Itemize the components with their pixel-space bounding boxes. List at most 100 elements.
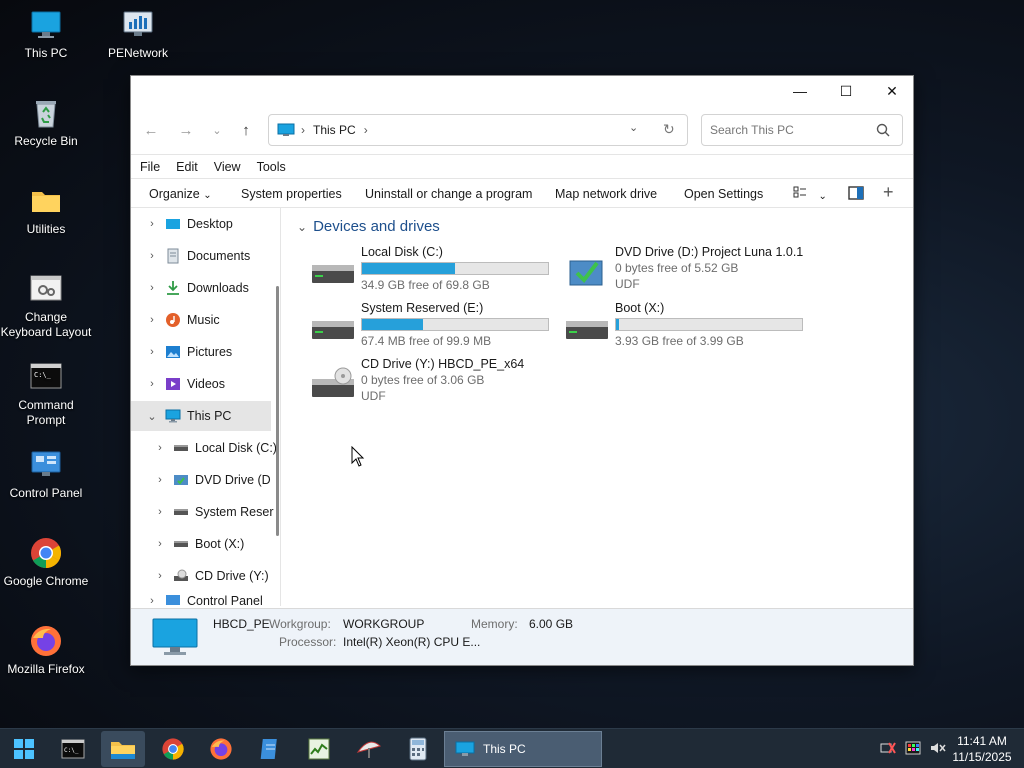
up-button[interactable]: ↑ [234,118,258,142]
nav-item-cd-drive-y[interactable]: › CD Drive (Y:) [153,561,280,591]
menu-view[interactable]: View [214,160,241,174]
network-icon [121,8,155,42]
drive-name: DVD Drive (D:) Project Luna 1.0.1 [615,245,804,259]
taskbar-command-prompt[interactable]: C:\_ [51,731,95,767]
chevron-right-icon[interactable]: › [145,595,159,606]
nav-item-control-panel[interactable]: › Control Panel [145,591,280,606]
dvd-drive-icon [569,260,603,286]
menu-file[interactable]: File [140,160,160,174]
menu-tools[interactable]: Tools [257,160,286,174]
nav-item-dvd-drive-d[interactable]: › DVD Drive (D [153,465,280,495]
taskbar-task-manager[interactable] [297,731,341,767]
desktop-icon-utilities[interactable]: Utilities [0,184,92,237]
maximize-button[interactable]: ☐ [823,76,869,106]
desktop-icon-command-prompt[interactable]: C:\_ Command Prompt [0,360,92,428]
recent-locations-button[interactable]: ⌄ [205,118,229,142]
drive-dvd-d[interactable]: DVD Drive (D:) Project Luna 1.0.1 0 byte… [565,245,815,301]
taskbar-network-tool[interactable] [347,731,391,767]
video-icon [166,378,180,390]
notepad-icon [260,739,277,759]
document-icon [167,248,179,264]
drive-cd-y[interactable]: CD Drive (Y:) HBCD_PE_x64 0 bytes free o… [311,357,561,413]
nav-item-desktop[interactable]: › Desktop [145,209,280,239]
layout-icon [793,186,806,198]
nav-item-boot-x[interactable]: › Boot (X:) [153,529,280,559]
chevron-right-icon[interactable]: › [145,314,159,326]
clock-date: 11/15/2025 [952,750,1012,764]
nav-item-videos[interactable]: › Videos [145,369,280,399]
chevron-right-icon[interactable]: › [153,538,167,550]
nav-item-local-disk-c[interactable]: › Local Disk (C:) [153,433,280,463]
drive-boot-x[interactable]: Boot (X:) 3.93 GB free of 3.99 GB [565,301,815,357]
group-header-devices[interactable]: ⌄ Devices and drives [297,218,440,235]
clock[interactable]: 11:41 AM 11/15/2025 [952,733,1012,765]
refresh-icon[interactable]: ↻ [663,121,675,138]
title-bar: — ☐ ✕ [131,76,913,106]
desktop-icon-recycle-bin[interactable]: Recycle Bin [0,96,92,149]
nav-item-label: CD Drive (Y:) [195,569,269,583]
menu-edit[interactable]: Edit [176,160,198,174]
address-dropdown-icon[interactable]: ⌄ [629,121,638,134]
nav-item-pictures[interactable]: › Pictures [145,337,280,367]
nav-item-system-reserved[interactable]: › System Reser [153,497,280,527]
drive-filesystem: UDF [361,389,386,403]
taskbar-calculator[interactable] [396,731,440,767]
address-bar[interactable]: › This PC › ⌄ ↻ [268,114,688,146]
forward-button[interactable]: → [174,118,198,142]
organize-button[interactable]: Organize ⌄ [149,187,212,201]
chevron-right-icon[interactable]: › [145,218,159,230]
desktop-icon-chrome[interactable]: Google Chrome [0,536,92,589]
search-input[interactable]: Search This PC [710,123,794,137]
chevron-right-icon[interactable]: › [153,442,167,454]
nav-item-this-pc[interactable]: ⌄ This PC [131,401,271,431]
map-network-drive-button[interactable]: Map network drive [555,187,657,201]
nav-scrollbar[interactable] [276,286,279,536]
close-button[interactable]: ✕ [869,76,915,106]
chevron-right-icon[interactable]: › [145,346,159,358]
chevron-down-icon[interactable]: ⌄ [145,410,159,423]
taskbar-file-explorer[interactable] [101,731,145,767]
search-box[interactable]: Search This PC [701,114,903,146]
volume-muted-icon[interactable] [930,741,946,758]
minimize-button[interactable]: — [777,76,823,106]
desktop-icon-keyboard-layout[interactable]: Change Keyboard Layout [0,272,92,340]
desktop-icon-control-panel[interactable]: Control Panel [0,448,92,501]
chevron-right-icon[interactable]: › [153,474,167,486]
nav-item-label: Local Disk (C:) [195,441,277,455]
desktop-icon-firefox[interactable]: Mozilla Firefox [0,624,92,677]
system-properties-button[interactable]: System properties [241,187,342,201]
details-pane-button[interactable] [848,186,864,203]
hard-drive-icon [312,265,354,283]
nav-item-documents[interactable]: › Documents [145,241,280,271]
chevron-right-icon[interactable]: › [153,506,167,518]
breadcrumb-separator[interactable]: › [364,123,368,137]
taskbar-chrome[interactable] [151,731,195,767]
chevron-right-icon[interactable]: › [153,570,167,582]
chevron-right-icon[interactable]: › [145,282,159,294]
uninstall-program-button[interactable]: Uninstall or change a program [365,187,532,201]
desktop-icon-penetwork[interactable]: PENetwork [92,8,184,61]
details-pane: HBCD_PE Workgroup: WORKGROUP Memory: 6.0… [131,608,913,665]
back-button[interactable]: ← [139,118,163,142]
taskbar-firefox[interactable] [199,731,243,767]
processor-label: Processor: [279,635,337,649]
chevron-right-icon[interactable]: › [145,250,159,262]
display-color-icon[interactable] [905,741,921,758]
drive-usage-bar [615,318,803,331]
start-button[interactable] [2,731,46,767]
taskbar-window-this-pc[interactable]: This PC [444,731,602,767]
open-settings-button[interactable]: Open Settings [684,187,763,201]
nav-item-music[interactable]: › Music [145,305,280,335]
add-icon[interactable]: + [883,182,894,203]
drive-local-disk-c[interactable]: Local Disk (C:) 34.9 GB free of 69.8 GB [311,245,561,301]
nav-item-downloads[interactable]: › Downloads [145,273,280,303]
drive-system-reserved-e[interactable]: System Reserved (E:) 67.4 MB free of 99.… [311,301,561,357]
dvd-drive-icon [174,475,188,485]
chevron-right-icon[interactable]: › [145,378,159,390]
monitor-icon [277,123,295,136]
network-status-icon[interactable] [880,741,896,758]
taskbar-notepad[interactable] [248,731,292,767]
breadcrumb-this-pc[interactable]: This PC [313,123,356,137]
view-layout-button[interactable]: ⌄ [793,185,827,202]
desktop-icon-this-pc[interactable]: This PC [0,8,92,61]
